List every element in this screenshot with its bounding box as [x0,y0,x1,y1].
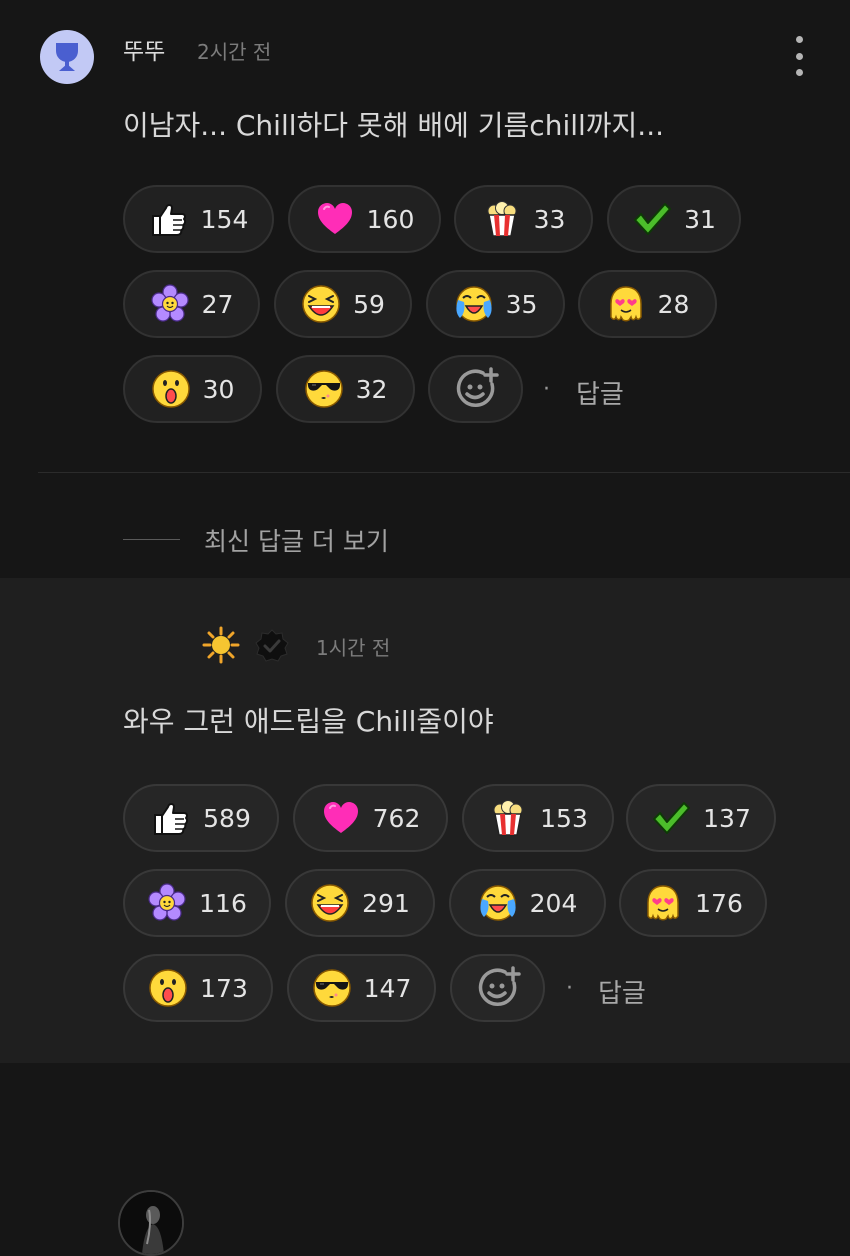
comment-text: 이남자... Chill하다 못해 배에 기름chill까지... [123,109,664,142]
laughing-icon [310,883,350,923]
verified-badge-icon [255,629,289,662]
reaction-surprised[interactable]: 30 [123,355,262,423]
surprised-icon [151,369,191,409]
reaction-crying[interactable]: 204 [449,869,606,937]
heart-eyes-icon [643,883,683,923]
check-icon [651,798,691,838]
check-icon [632,199,672,239]
reaction-count: 137 [703,803,751,833]
user-avatar[interactable] [40,30,94,84]
add-reaction-button[interactable] [428,355,523,423]
laughing-icon [301,284,341,324]
comment: 뚜뚜 2시간 전 이남자... Chill하다 못해 배에 기름chill까지.… [0,0,850,578]
reaction-count: 59 [353,289,385,319]
separator-dot: · [543,377,550,402]
thumbs-up-icon [151,798,191,838]
reaction-count: 147 [363,973,412,1003]
more-options-icon[interactable] [792,36,806,76]
sunglasses-icon [304,369,344,409]
reply-button[interactable]: 답글 [576,374,624,411]
reaction-flower[interactable]: 27 [123,270,260,338]
reaction-check[interactable]: 31 [607,185,741,253]
heart-eyes-icon [606,284,646,324]
add-reaction-icon [453,366,499,412]
reply-comment: 1시간 전 와우 그런 애드립을 Chill줄이야 589 762 153 13… [0,578,850,1256]
flower-icon [150,284,190,324]
add-reaction-icon [475,965,521,1011]
reaction-heart[interactable]: 160 [288,185,441,253]
reaction-laughing[interactable]: 59 [274,270,412,338]
reaction-count: 176 [695,888,743,918]
reaction-heart[interactable]: 762 [293,784,448,852]
reaction-count: 35 [505,289,538,319]
reaction-count: 291 [362,888,410,918]
reaction-check[interactable]: 137 [626,784,776,852]
reaction-count: 31 [684,204,716,234]
heart-icon [321,798,361,838]
sunglasses-icon [312,968,352,1008]
flower-icon [147,883,187,923]
popcorn-icon [482,199,522,239]
username[interactable]: 뚜뚜 [123,32,165,66]
reaction-count: 762 [372,803,421,833]
add-reaction-button[interactable] [450,954,545,1022]
divider [38,472,850,473]
reaction-popcorn[interactable]: 153 [462,784,614,852]
reaction-count: 30 [202,374,235,404]
reaction-flower[interactable]: 116 [123,869,271,937]
reply-text: 와우 그런 애드립을 Chill줄이야 [123,705,494,738]
thumbs-up-icon [149,199,189,239]
reaction-count: 27 [201,289,234,319]
reaction-count: 33 [533,204,566,234]
reaction-crying[interactable]: 35 [426,270,565,338]
reply-button[interactable]: 답글 [598,973,646,1010]
surprised-icon [148,968,188,1008]
reaction-sunglasses[interactable]: 32 [276,355,415,423]
timestamp: 2시간 전 [197,40,272,64]
reaction-laughing[interactable]: 291 [285,869,435,937]
heart-icon [315,199,355,239]
crying-laughing-icon [454,284,494,324]
reaction-count: 154 [200,204,249,234]
reaction-popcorn[interactable]: 33 [454,185,593,253]
more-replies-line [123,539,180,540]
timestamp: 1시간 전 [316,636,391,660]
reaction-heart-eyes[interactable]: 176 [619,869,767,937]
more-replies-link[interactable]: 최신 답글 더 보기 [204,522,389,558]
reaction-count: 116 [199,888,247,918]
reaction-count: 160 [366,204,415,234]
reaction-sunglasses[interactable]: 147 [287,954,436,1022]
trophy-icon [56,43,78,71]
reaction-surprised[interactable]: 173 [123,954,273,1022]
reaction-thumbs-up[interactable]: 154 [123,185,274,253]
reaction-count: 173 [200,973,248,1003]
popcorn-icon [488,798,528,838]
reaction-count: 589 [203,803,251,833]
reaction-thumbs-up[interactable]: 589 [123,784,279,852]
reaction-count: 28 [657,289,690,319]
separator-dot: · [566,976,573,1001]
reaction-count: 32 [355,374,388,404]
avatar-photo [120,1192,182,1254]
reaction-count: 153 [540,803,588,833]
crying-laughing-icon [478,883,518,923]
reply-user-avatar[interactable] [118,1190,184,1256]
reaction-heart-eyes[interactable]: 28 [578,270,717,338]
sun-icon [202,626,240,664]
reaction-count: 204 [529,888,578,918]
